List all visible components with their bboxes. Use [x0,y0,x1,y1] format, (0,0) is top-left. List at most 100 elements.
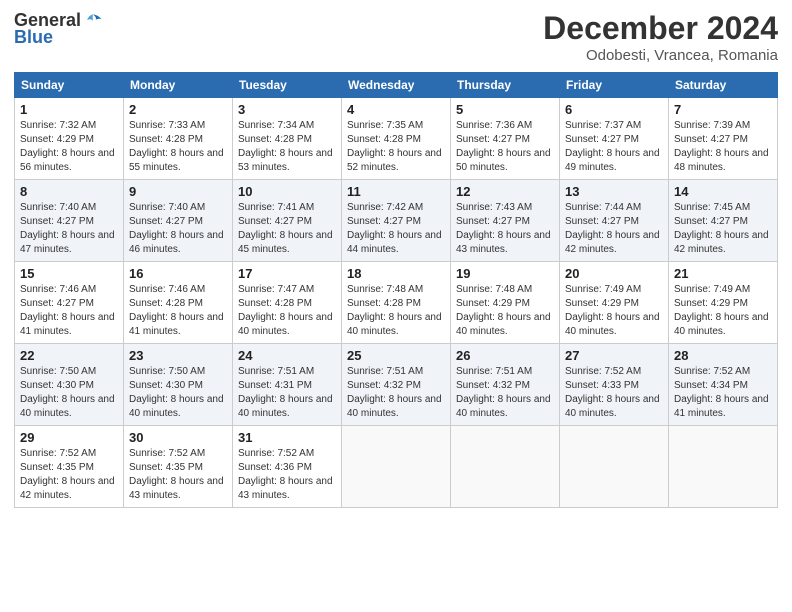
day-number: 19 [456,266,554,281]
day-number: 10 [238,184,336,199]
calendar-cell: 7 Sunrise: 7:39 AMSunset: 4:27 PMDayligh… [669,98,778,180]
day-number: 15 [20,266,118,281]
calendar-cell: 12 Sunrise: 7:43 AMSunset: 4:27 PMDaylig… [451,180,560,262]
day-info: Sunrise: 7:41 AMSunset: 4:27 PMDaylight:… [238,202,333,255]
calendar-cell: 6 Sunrise: 7:37 AMSunset: 4:27 PMDayligh… [560,98,669,180]
day-number: 14 [674,184,772,199]
calendar-cell: 29 Sunrise: 7:52 AMSunset: 4:35 PMDaylig… [15,426,124,508]
day-info: Sunrise: 7:52 AMSunset: 4:33 PMDaylight:… [565,366,660,419]
day-info: Sunrise: 7:52 AMSunset: 4:36 PMDaylight:… [238,448,333,501]
day-number: 24 [238,348,336,363]
day-info: Sunrise: 7:39 AMSunset: 4:27 PMDaylight:… [674,120,769,173]
calendar-week-row: 22 Sunrise: 7:50 AMSunset: 4:30 PMDaylig… [15,344,778,426]
calendar-day-header: Wednesday [342,73,451,98]
calendar-cell: 20 Sunrise: 7:49 AMSunset: 4:29 PMDaylig… [560,262,669,344]
calendar-cell: 11 Sunrise: 7:42 AMSunset: 4:27 PMDaylig… [342,180,451,262]
day-info: Sunrise: 7:33 AMSunset: 4:28 PMDaylight:… [129,120,224,173]
day-number: 20 [565,266,663,281]
day-number: 31 [238,430,336,445]
calendar-cell: 9 Sunrise: 7:40 AMSunset: 4:27 PMDayligh… [124,180,233,262]
logo: General Blue [14,10,103,48]
calendar-cell [669,426,778,508]
day-number: 16 [129,266,227,281]
calendar-cell: 26 Sunrise: 7:51 AMSunset: 4:32 PMDaylig… [451,344,560,426]
day-info: Sunrise: 7:46 AMSunset: 4:27 PMDaylight:… [20,284,115,337]
calendar-cell: 3 Sunrise: 7:34 AMSunset: 4:28 PMDayligh… [233,98,342,180]
calendar-day-header: Thursday [451,73,560,98]
calendar-table: SundayMondayTuesdayWednesdayThursdayFrid… [14,72,778,508]
day-number: 3 [238,102,336,117]
calendar-header-row: SundayMondayTuesdayWednesdayThursdayFrid… [15,73,778,98]
day-info: Sunrise: 7:34 AMSunset: 4:28 PMDaylight:… [238,120,333,173]
day-number: 5 [456,102,554,117]
day-info: Sunrise: 7:50 AMSunset: 4:30 PMDaylight:… [20,366,115,419]
calendar-week-row: 8 Sunrise: 7:40 AMSunset: 4:27 PMDayligh… [15,180,778,262]
calendar-cell [451,426,560,508]
page-container: General Blue December 2024 Odobesti, Vra… [0,0,792,612]
day-number: 4 [347,102,445,117]
calendar-cell: 27 Sunrise: 7:52 AMSunset: 4:33 PMDaylig… [560,344,669,426]
day-number: 13 [565,184,663,199]
calendar-day-header: Saturday [669,73,778,98]
day-number: 22 [20,348,118,363]
day-info: Sunrise: 7:36 AMSunset: 4:27 PMDaylight:… [456,120,551,173]
day-number: 26 [456,348,554,363]
location: Odobesti, Vrancea, Romania [543,47,778,64]
calendar-cell [342,426,451,508]
calendar-week-row: 1 Sunrise: 7:32 AMSunset: 4:29 PMDayligh… [15,98,778,180]
day-info: Sunrise: 7:47 AMSunset: 4:28 PMDaylight:… [238,284,333,337]
calendar-day-header: Friday [560,73,669,98]
day-info: Sunrise: 7:32 AMSunset: 4:29 PMDaylight:… [20,120,115,173]
calendar-cell: 1 Sunrise: 7:32 AMSunset: 4:29 PMDayligh… [15,98,124,180]
day-number: 30 [129,430,227,445]
day-number: 28 [674,348,772,363]
day-info: Sunrise: 7:43 AMSunset: 4:27 PMDaylight:… [456,202,551,255]
day-info: Sunrise: 7:49 AMSunset: 4:29 PMDaylight:… [674,284,769,337]
calendar-day-header: Sunday [15,73,124,98]
calendar-week-row: 29 Sunrise: 7:52 AMSunset: 4:35 PMDaylig… [15,426,778,508]
day-number: 11 [347,184,445,199]
calendar-cell: 30 Sunrise: 7:52 AMSunset: 4:35 PMDaylig… [124,426,233,508]
logo-blue: Blue [14,27,53,48]
day-info: Sunrise: 7:35 AMSunset: 4:28 PMDaylight:… [347,120,442,173]
day-number: 9 [129,184,227,199]
calendar-cell: 19 Sunrise: 7:48 AMSunset: 4:29 PMDaylig… [451,262,560,344]
calendar-cell: 18 Sunrise: 7:48 AMSunset: 4:28 PMDaylig… [342,262,451,344]
calendar-cell: 10 Sunrise: 7:41 AMSunset: 4:27 PMDaylig… [233,180,342,262]
day-number: 27 [565,348,663,363]
day-number: 2 [129,102,227,117]
day-info: Sunrise: 7:51 AMSunset: 4:32 PMDaylight:… [456,366,551,419]
page-header: General Blue December 2024 Odobesti, Vra… [14,10,778,64]
day-number: 7 [674,102,772,117]
calendar-cell: 21 Sunrise: 7:49 AMSunset: 4:29 PMDaylig… [669,262,778,344]
day-info: Sunrise: 7:52 AMSunset: 4:35 PMDaylight:… [129,448,224,501]
month-title: December 2024 [543,10,778,47]
day-info: Sunrise: 7:49 AMSunset: 4:29 PMDaylight:… [565,284,660,337]
calendar-cell: 5 Sunrise: 7:36 AMSunset: 4:27 PMDayligh… [451,98,560,180]
day-info: Sunrise: 7:52 AMSunset: 4:34 PMDaylight:… [674,366,769,419]
day-number: 29 [20,430,118,445]
calendar-day-header: Tuesday [233,73,342,98]
day-info: Sunrise: 7:46 AMSunset: 4:28 PMDaylight:… [129,284,224,337]
day-info: Sunrise: 7:44 AMSunset: 4:27 PMDaylight:… [565,202,660,255]
calendar-cell: 15 Sunrise: 7:46 AMSunset: 4:27 PMDaylig… [15,262,124,344]
day-info: Sunrise: 7:50 AMSunset: 4:30 PMDaylight:… [129,366,224,419]
calendar-cell: 17 Sunrise: 7:47 AMSunset: 4:28 PMDaylig… [233,262,342,344]
day-info: Sunrise: 7:51 AMSunset: 4:31 PMDaylight:… [238,366,333,419]
calendar-cell: 22 Sunrise: 7:50 AMSunset: 4:30 PMDaylig… [15,344,124,426]
day-info: Sunrise: 7:37 AMSunset: 4:27 PMDaylight:… [565,120,660,173]
calendar-cell: 16 Sunrise: 7:46 AMSunset: 4:28 PMDaylig… [124,262,233,344]
calendar-cell: 24 Sunrise: 7:51 AMSunset: 4:31 PMDaylig… [233,344,342,426]
day-number: 17 [238,266,336,281]
logo-bird-icon [83,11,103,31]
calendar-cell: 23 Sunrise: 7:50 AMSunset: 4:30 PMDaylig… [124,344,233,426]
day-info: Sunrise: 7:51 AMSunset: 4:32 PMDaylight:… [347,366,442,419]
day-number: 21 [674,266,772,281]
day-info: Sunrise: 7:45 AMSunset: 4:27 PMDaylight:… [674,202,769,255]
day-info: Sunrise: 7:52 AMSunset: 4:35 PMDaylight:… [20,448,115,501]
calendar-cell: 4 Sunrise: 7:35 AMSunset: 4:28 PMDayligh… [342,98,451,180]
calendar-cell: 13 Sunrise: 7:44 AMSunset: 4:27 PMDaylig… [560,180,669,262]
day-number: 1 [20,102,118,117]
day-number: 12 [456,184,554,199]
day-number: 8 [20,184,118,199]
